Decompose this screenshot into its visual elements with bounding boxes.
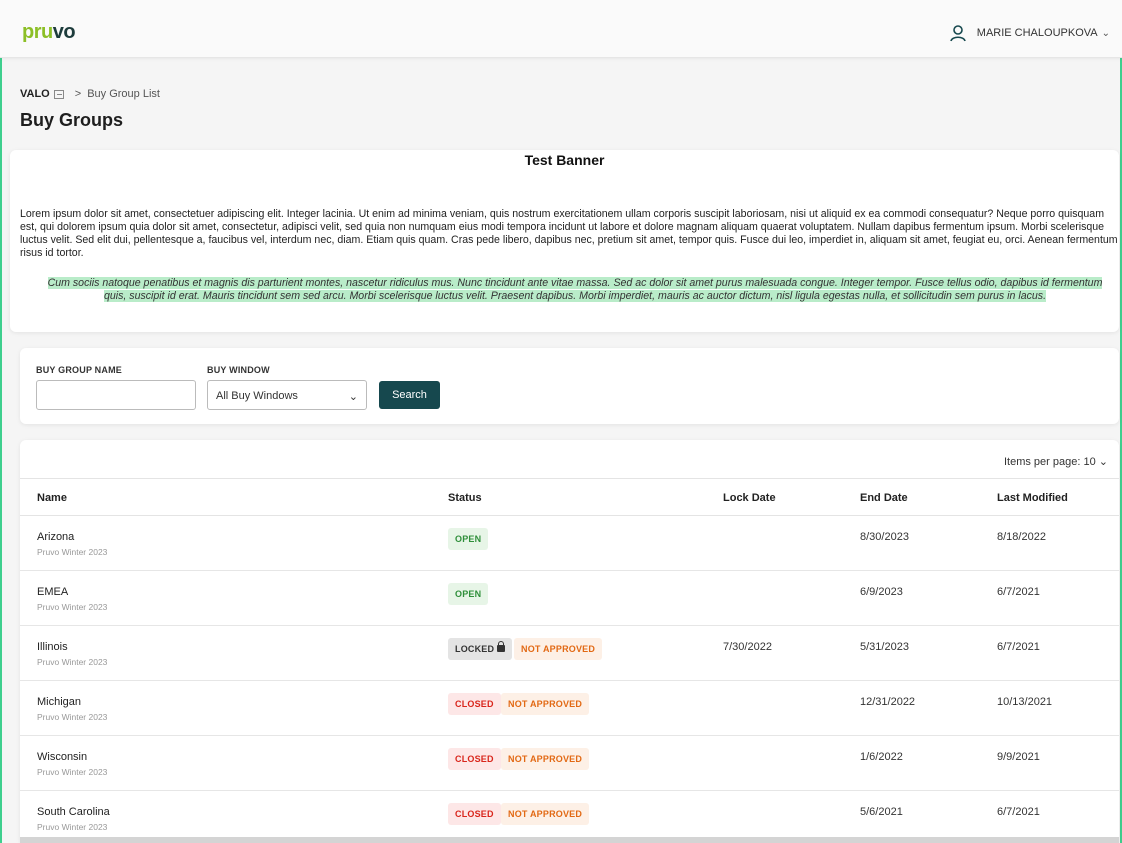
row-subtitle: Pruvo Winter 2023 xyxy=(37,712,108,722)
end-date: 12/31/2022 xyxy=(860,696,916,708)
breadcrumb: VALO > Buy Group List xyxy=(20,88,160,100)
row-name[interactable]: Wisconsin xyxy=(37,751,87,763)
table-row[interactable]: Michigan Pruvo Winter 2023 CLOSED NOT AP… xyxy=(20,681,1119,736)
end-date: 6/9/2023 xyxy=(860,586,903,598)
table-row[interactable]: South Carolina Pruvo Winter 2023 CLOSED … xyxy=(20,791,1119,843)
column-header-status[interactable]: Status xyxy=(448,492,482,504)
end-date: 5/6/2021 xyxy=(860,806,903,818)
top-bar: pruvo MARIE CHALOUPKOVA ⌄ xyxy=(0,0,1122,58)
column-header-lock-date[interactable]: Lock Date xyxy=(723,492,776,504)
filter-card: BUY GROUP NAME BUY WINDOW All Buy Window… xyxy=(20,348,1119,424)
chevron-down-icon: ⌄ xyxy=(1101,27,1110,39)
breadcrumb-separator: > xyxy=(74,88,82,100)
last-modified: 6/7/2021 xyxy=(997,806,1040,818)
logo-text-part1: pru xyxy=(22,21,53,43)
table-row[interactable]: Arizona Pruvo Winter 2023 OPEN 8/30/2023… xyxy=(20,516,1119,571)
buy-window-label: BUY WINDOW xyxy=(207,365,270,375)
scroll-edge xyxy=(20,837,1119,843)
table-row[interactable]: EMEA Pruvo Winter 2023 OPEN 6/9/2023 6/7… xyxy=(20,571,1119,626)
buy-groups-table: Items per page: 10 ⌄ Name Status Lock Da… xyxy=(20,440,1119,843)
buy-window-selected: All Buy Windows xyxy=(216,390,298,402)
status-badge: OPEN xyxy=(448,528,489,550)
table-header: Name Status Lock Date End Date Last Modi… xyxy=(20,478,1119,516)
status-badge: OPEN xyxy=(448,583,489,605)
row-name[interactable]: Michigan xyxy=(37,696,81,708)
user-menu[interactable]: MARIE CHALOUPKOVA ⌄ xyxy=(949,24,1110,42)
row-subtitle: Pruvo Winter 2023 xyxy=(37,547,108,557)
items-per-page-select[interactable]: Items per page: 10 ⌄ xyxy=(1004,455,1108,468)
approval-badge: NOT APPROVED xyxy=(501,693,590,715)
chevron-down-icon: ⌄ xyxy=(1098,456,1108,468)
page-title: Buy Groups xyxy=(20,110,124,130)
user-icon xyxy=(949,25,966,42)
row-subtitle: Pruvo Winter 2023 xyxy=(37,657,108,667)
end-date: 1/6/2022 xyxy=(860,751,903,763)
table-row[interactable]: Illinois Pruvo Winter 2023 LOCKED NOT AP… xyxy=(20,626,1119,681)
list-icon xyxy=(53,89,64,99)
status-badge-locked: LOCKED xyxy=(448,638,513,660)
column-header-end-date[interactable]: End Date xyxy=(860,492,908,504)
table-row[interactable]: Wisconsin Pruvo Winter 2023 CLOSED NOT A… xyxy=(20,736,1119,791)
banner-title: Test Banner xyxy=(524,152,605,168)
banner-highlight-paragraph: Cum sociis natoque penatibus et magnis d… xyxy=(42,277,1108,303)
banner-highlight: Cum sociis natoque penatibus et magnis d… xyxy=(47,277,1103,302)
approval-badge: NOT APPROVED xyxy=(501,803,590,825)
approval-badge: NOT APPROVED xyxy=(501,748,590,770)
status-locked-label: LOCKED xyxy=(455,644,495,654)
end-date: 5/31/2023 xyxy=(860,641,909,653)
buy-group-name-input[interactable] xyxy=(36,380,196,410)
user-name: MARIE CHALOUPKOVA xyxy=(976,27,1098,39)
approval-badge: NOT APPROVED xyxy=(514,638,603,660)
chevron-down-icon: ⌄ xyxy=(348,391,358,403)
banner-card: Test Banner Lorem ipsum dolor sit amet, … xyxy=(10,150,1119,332)
end-date: 8/30/2023 xyxy=(860,531,909,543)
status-badge: CLOSED xyxy=(448,748,501,770)
row-name[interactable]: Illinois xyxy=(37,641,68,653)
row-subtitle: Pruvo Winter 2023 xyxy=(37,602,108,612)
lock-date: 7/30/2022 xyxy=(723,641,772,653)
last-modified: 6/7/2021 xyxy=(997,586,1040,598)
logo-text-part2: vo xyxy=(52,21,76,43)
row-name[interactable]: Arizona xyxy=(37,531,74,543)
row-subtitle: Pruvo Winter 2023 xyxy=(37,767,108,777)
logo[interactable]: pruvo xyxy=(22,21,76,43)
column-header-last-modified[interactable]: Last Modified xyxy=(997,492,1068,504)
status-badge: CLOSED xyxy=(448,803,501,825)
status-badge: CLOSED xyxy=(448,693,501,715)
row-subtitle: Pruvo Winter 2023 xyxy=(37,822,108,832)
last-modified: 10/13/2021 xyxy=(997,696,1053,708)
last-modified: 8/18/2022 xyxy=(997,531,1046,543)
last-modified: 6/7/2021 xyxy=(997,641,1040,653)
last-modified: 9/9/2021 xyxy=(997,751,1040,763)
row-name[interactable]: EMEA xyxy=(37,586,68,598)
buy-window-select[interactable]: All Buy Windows ⌄ xyxy=(207,380,367,410)
breadcrumb-current: Buy Group List xyxy=(87,88,160,100)
column-header-name[interactable]: Name xyxy=(37,492,67,504)
buy-group-name-label: BUY GROUP NAME xyxy=(36,365,122,375)
lock-icon xyxy=(497,641,506,652)
items-per-page-label: Items per page: 10 xyxy=(1003,456,1096,468)
search-button[interactable]: Search xyxy=(379,381,440,409)
row-name[interactable]: South Carolina xyxy=(37,806,110,818)
banner-body: Lorem ipsum dolor sit amet, consectetuer… xyxy=(20,208,1118,259)
breadcrumb-root[interactable]: VALO xyxy=(20,88,50,100)
